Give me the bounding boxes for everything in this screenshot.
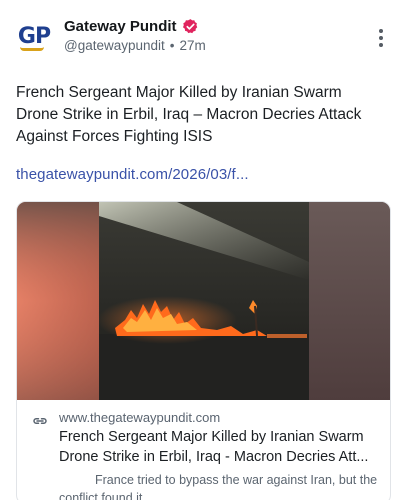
more-options-icon[interactable] bbox=[371, 24, 391, 52]
author-name-row: Gateway Pundit bbox=[64, 16, 206, 36]
meta-separator: • bbox=[169, 38, 175, 53]
card-description: France tried to bypass the war against I… bbox=[59, 473, 378, 500]
post-text: French Sergeant Major Killed by Iranian … bbox=[16, 84, 362, 145]
post-link[interactable]: thegatewaypundit.com/2026/03/f... bbox=[16, 166, 391, 183]
link-preview-card[interactable]: www.thegatewaypundit.com French Sergeant… bbox=[16, 201, 391, 500]
fire-video-still bbox=[17, 202, 390, 400]
author-handle[interactable]: @gatewaypundit bbox=[64, 38, 165, 53]
avatar-swoosh bbox=[20, 47, 44, 51]
card-image[interactable] bbox=[17, 202, 390, 400]
card-domain: www.thegatewaypundit.com bbox=[59, 410, 221, 425]
avatar[interactable]: GP bbox=[16, 18, 52, 54]
link-icon bbox=[31, 412, 49, 430]
card-title[interactable]: French Sergeant Major Killed by Iranian … bbox=[59, 427, 381, 467]
post-time[interactable]: 27m bbox=[180, 38, 206, 53]
card-body: www.thegatewaypundit.com French Sergeant… bbox=[17, 400, 390, 500]
avatar-logo: GP bbox=[17, 23, 51, 49]
post: GP Gateway Pundit @gatewaypundit • 27m F… bbox=[0, 0, 407, 500]
author-name[interactable]: Gateway Pundit bbox=[64, 18, 177, 35]
author-info: Gateway Pundit @gatewaypundit • 27m bbox=[64, 16, 206, 54]
post-header: GP Gateway Pundit @gatewaypundit • 27m bbox=[16, 16, 391, 60]
author-meta: @gatewaypundit • 27m bbox=[64, 38, 206, 53]
verified-badge-icon bbox=[182, 18, 199, 35]
